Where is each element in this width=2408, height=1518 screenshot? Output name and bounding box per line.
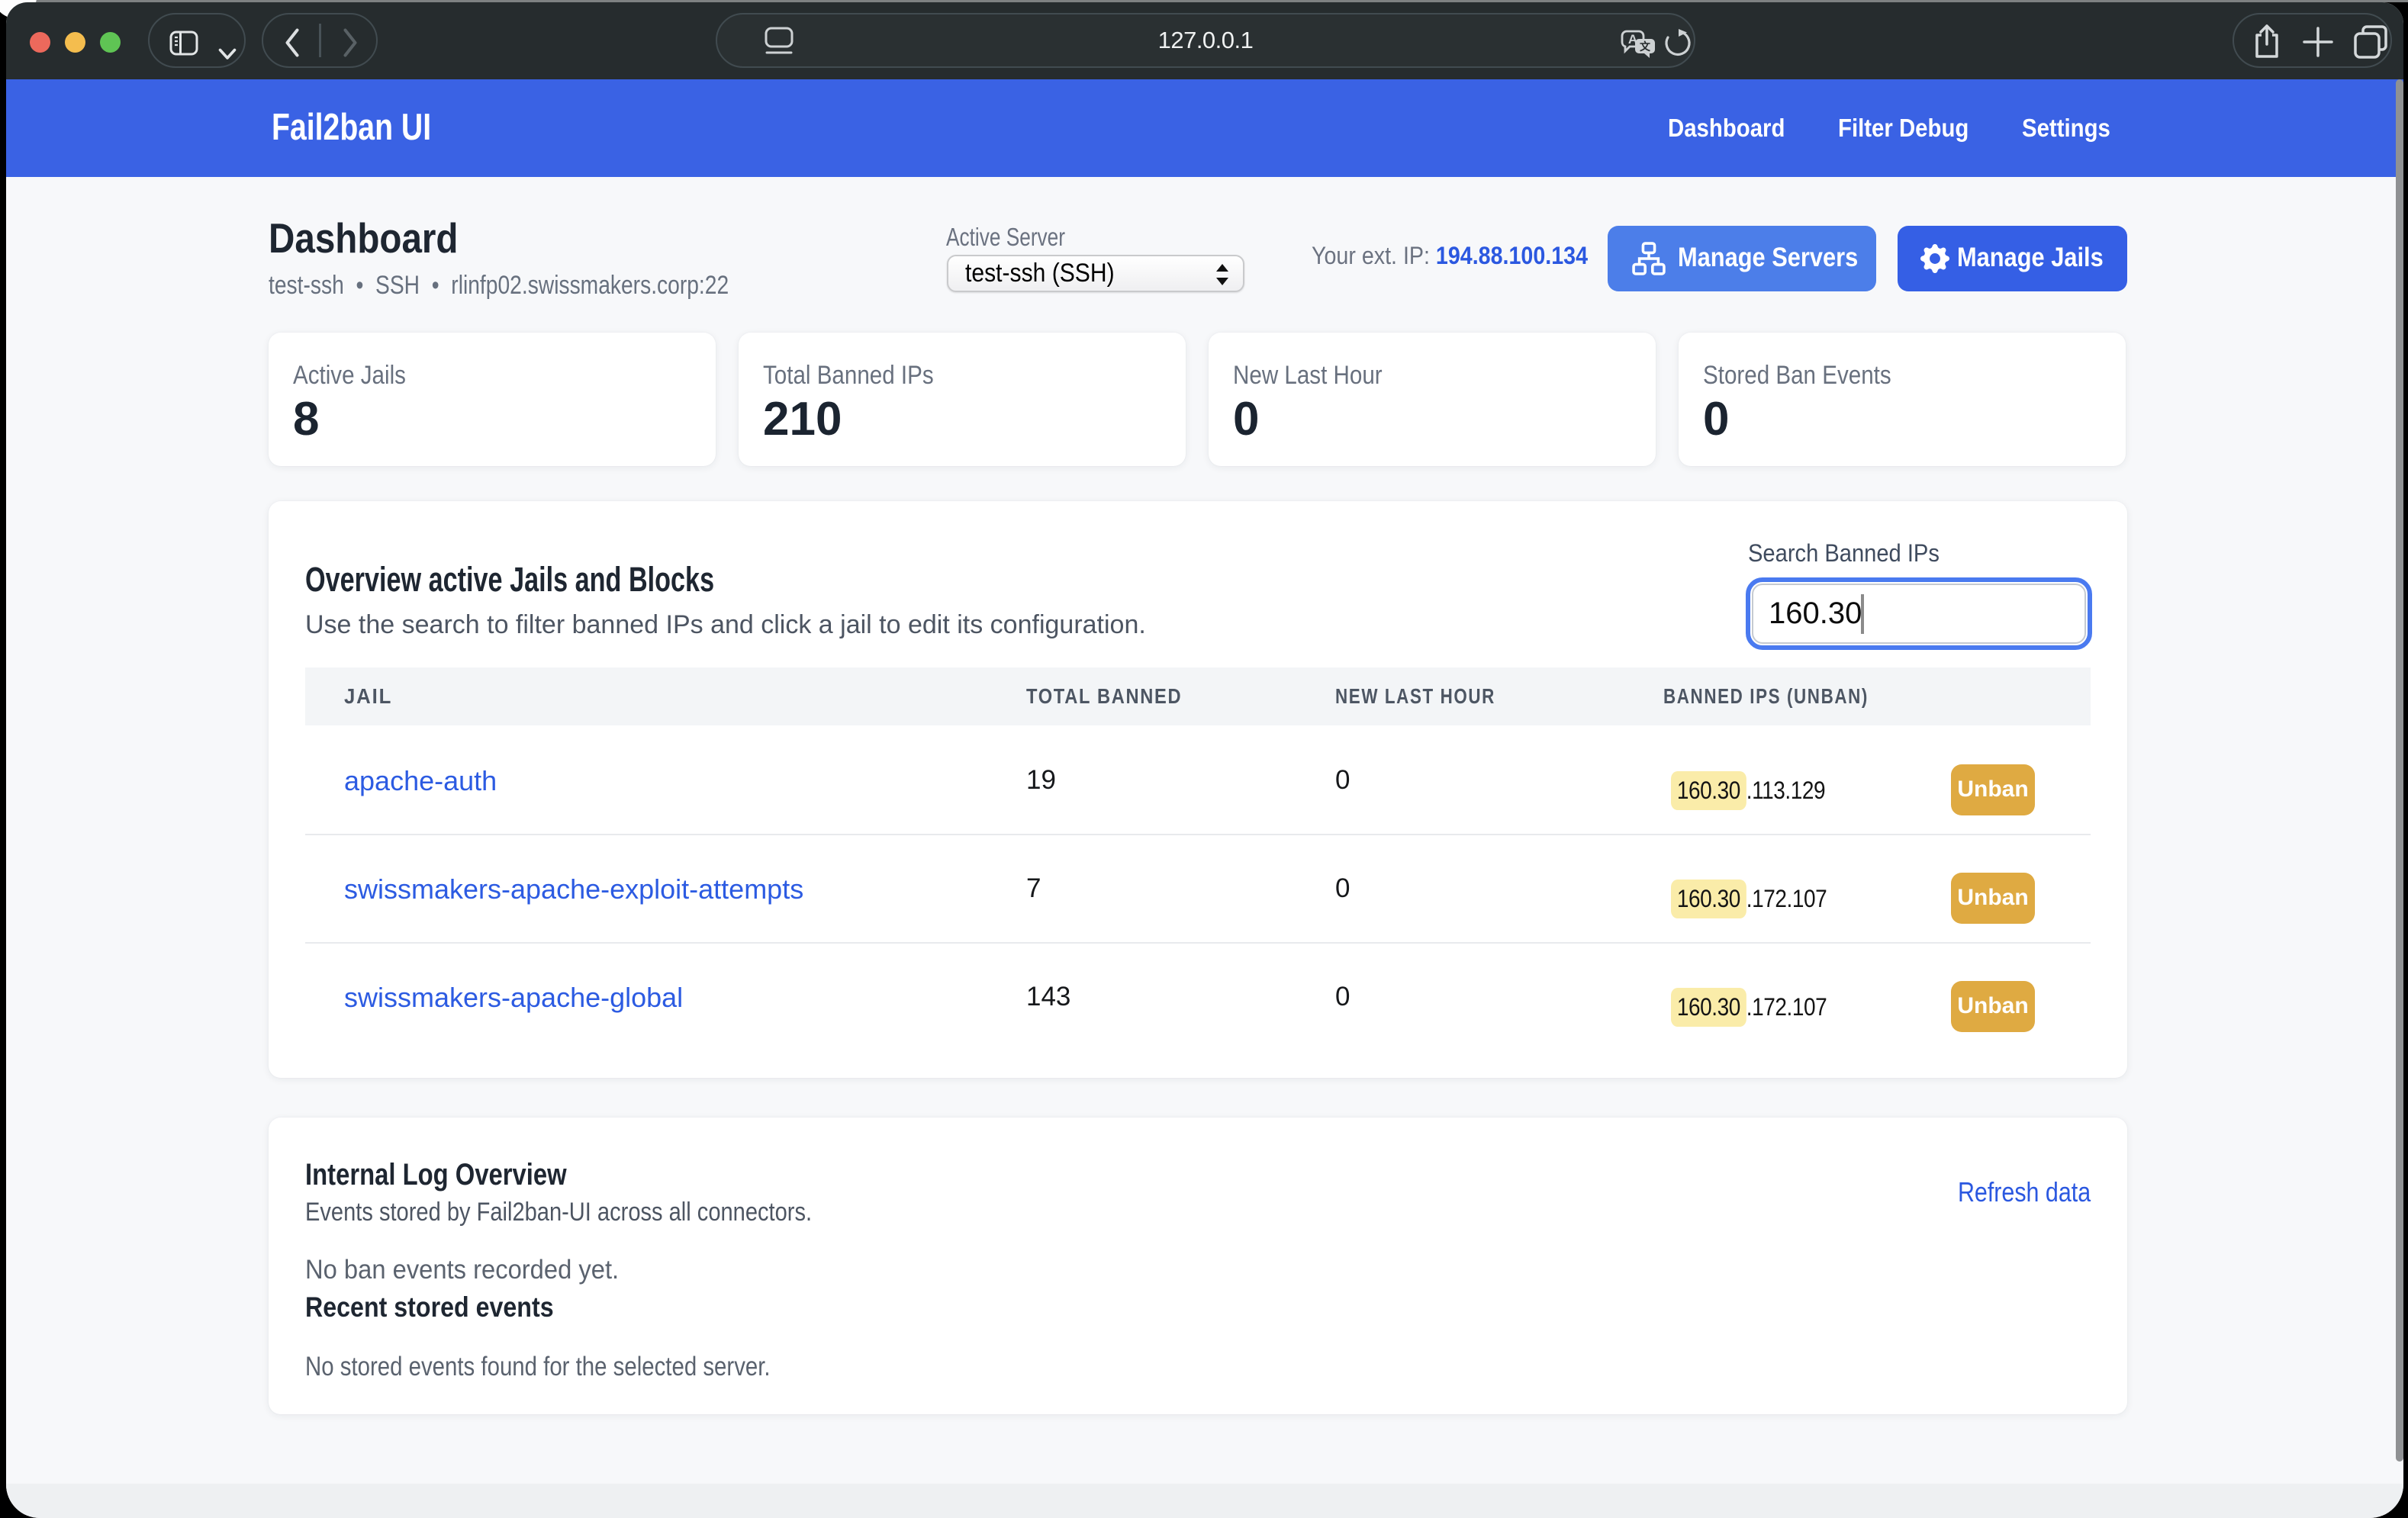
svg-text:文: 文 [1640,40,1651,53]
